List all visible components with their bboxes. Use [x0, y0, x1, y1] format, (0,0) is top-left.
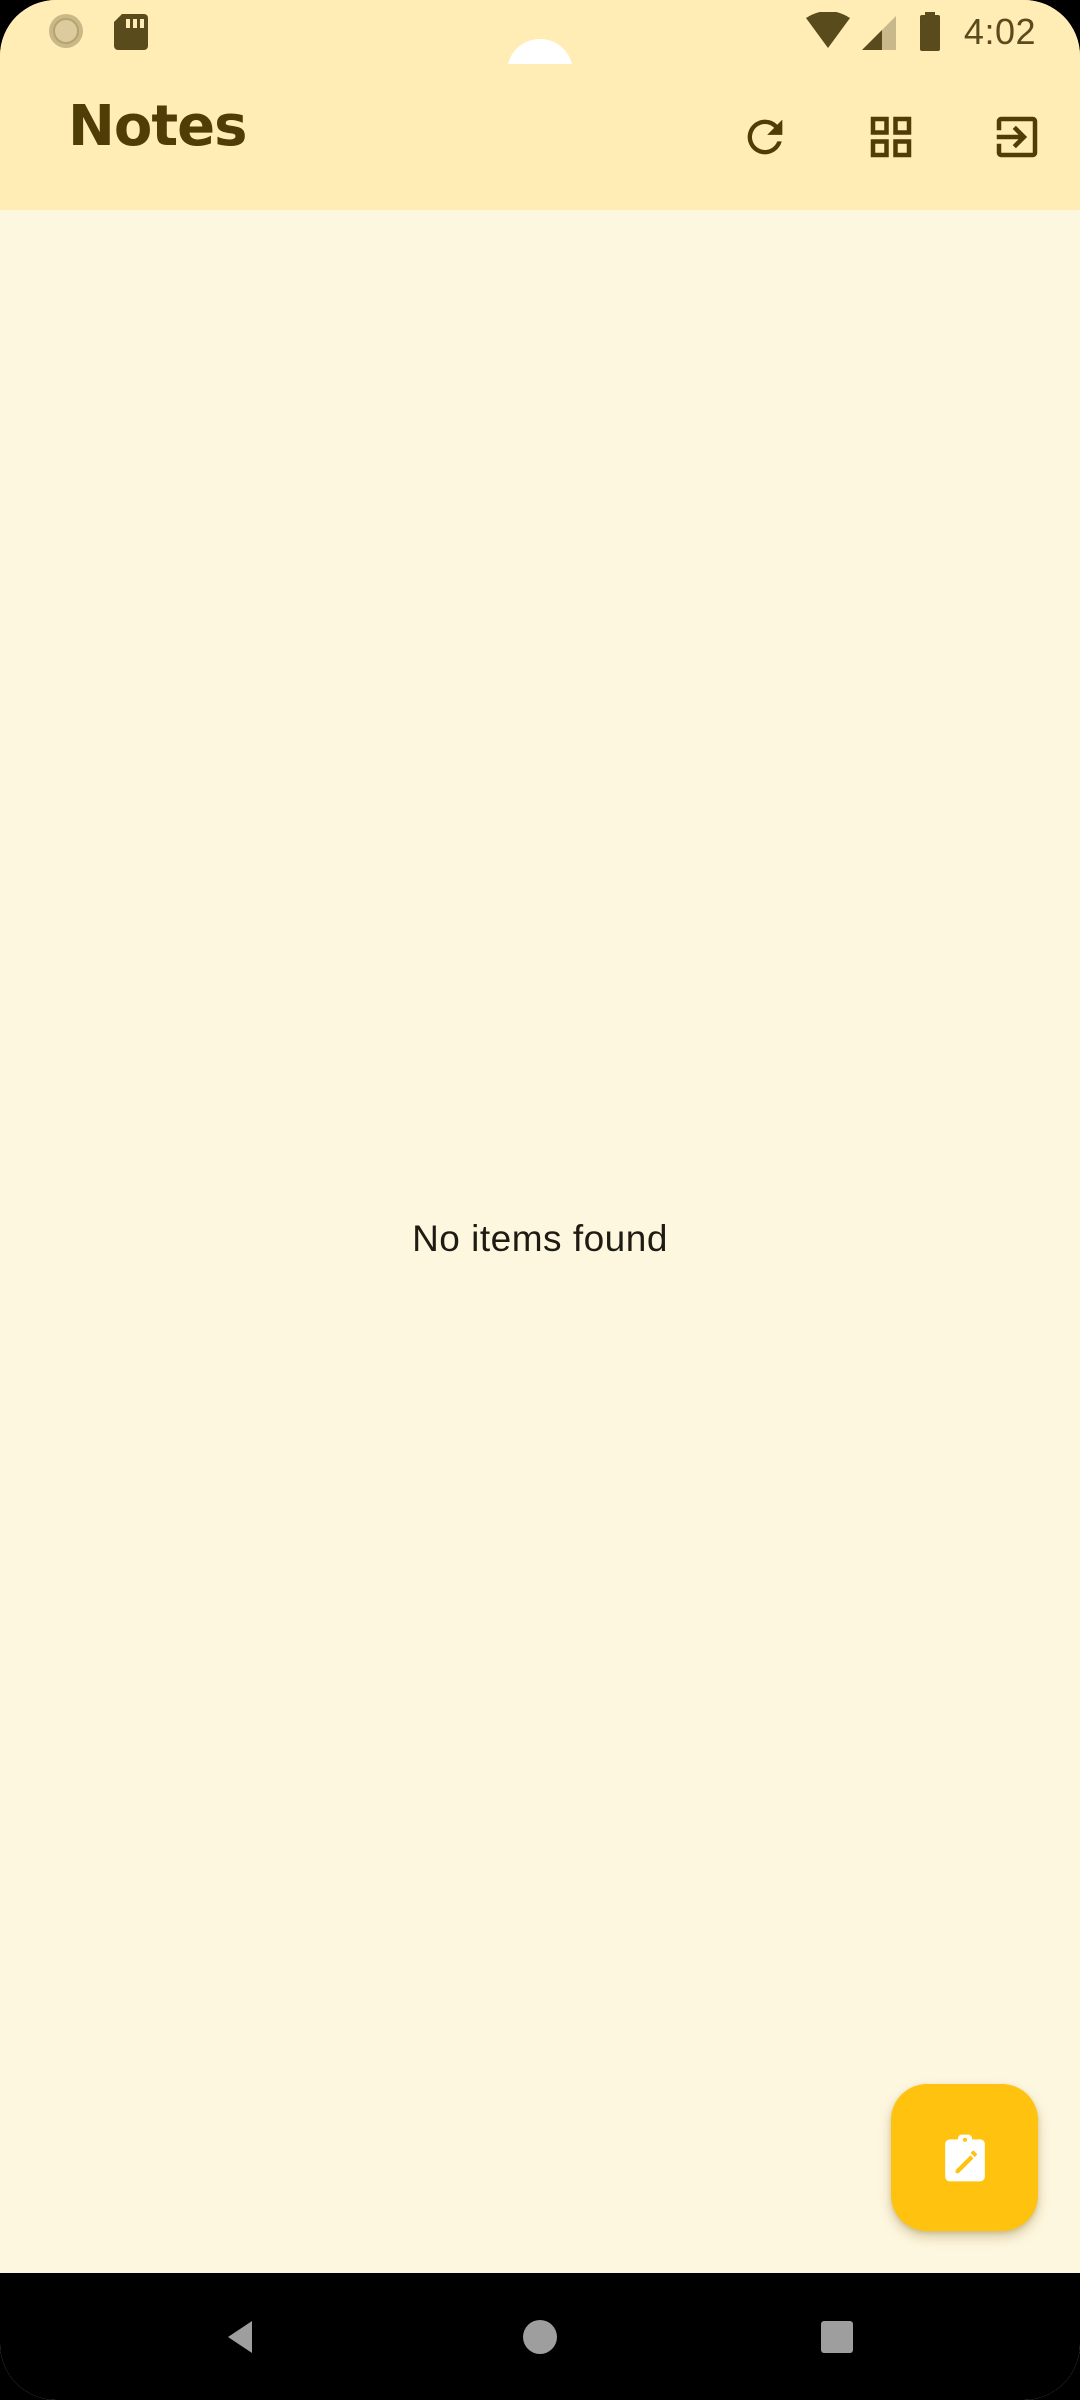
cell-signal-icon — [861, 16, 896, 50]
status-time: 4:02 — [963, 11, 1036, 52]
recents-icon — [821, 2321, 853, 2353]
sync-notification-icon — [49, 14, 83, 48]
back-button[interactable] — [200, 2297, 280, 2377]
logout-button[interactable] — [981, 101, 1053, 173]
add-note-button[interactable] — [891, 2084, 1038, 2231]
system-nav-bar — [0, 2273, 1080, 2400]
notes-list-area: No items found — [0, 210, 1080, 2273]
status-right-icons: 4:02 — [804, 8, 1036, 56]
refresh-button[interactable] — [729, 101, 801, 173]
grid-view-icon — [870, 116, 912, 158]
wifi-icon — [805, 12, 850, 48]
edit-note-icon — [944, 2134, 985, 2181]
home-icon — [523, 2320, 557, 2354]
empty-state-message: No items found — [412, 1218, 668, 1259]
status-left-icons — [48, 12, 158, 52]
home-button[interactable] — [500, 2297, 580, 2377]
recents-button[interactable] — [797, 2297, 877, 2377]
back-icon — [228, 2321, 252, 2353]
sd-card-icon — [114, 14, 148, 50]
grid-view-button[interactable] — [855, 101, 927, 173]
logout-icon — [996, 116, 1038, 158]
battery-icon — [919, 12, 940, 51]
app-bar: Notes — [0, 64, 1080, 211]
refresh-icon — [747, 119, 783, 155]
phone-screen: 4:02 Notes No items found — [0, 0, 1080, 2400]
page-title: Notes — [68, 94, 247, 159]
